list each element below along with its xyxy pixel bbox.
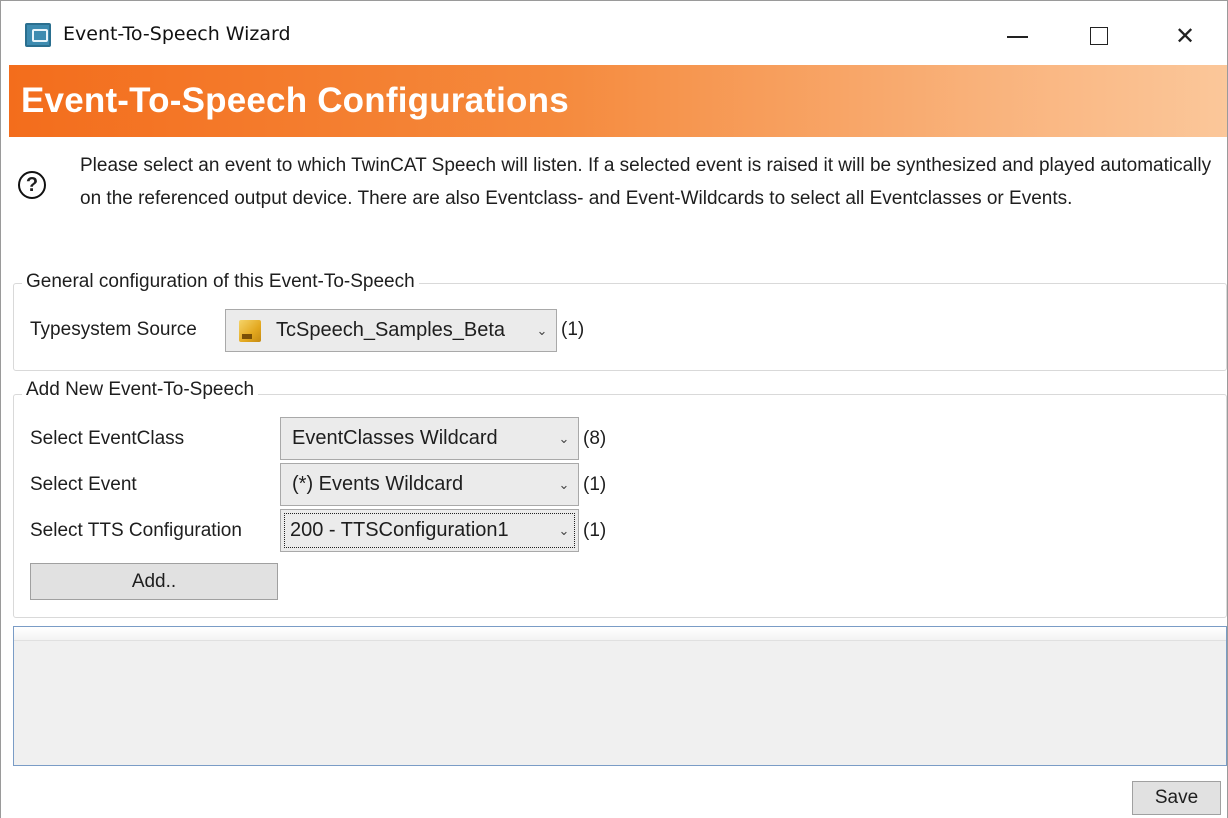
eventclass-count: (8): [583, 428, 607, 449]
title-bar[interactable]: Event-To-Speech Wizard ✕: [1, 1, 1227, 65]
general-config-legend: General configuration of this Event-To-S…: [22, 271, 419, 293]
chevron-down-icon: ⌄: [558, 522, 570, 538]
question-circle-icon: ?: [18, 171, 46, 199]
list-header: [14, 627, 1226, 641]
tts-configuration-count: (1): [583, 520, 607, 541]
question-glyph: ?: [25, 173, 39, 196]
event-dropdown[interactable]: (*) Events Wildcard ⌄: [280, 463, 579, 506]
eventclass-dropdown[interactable]: EventClasses Wildcard ⌄: [280, 417, 579, 460]
event-count: (1): [583, 474, 607, 495]
save-button[interactable]: Save: [1132, 781, 1221, 815]
event-value: (*) Events Wildcard: [292, 473, 464, 495]
chevron-down-icon: ⌄: [536, 322, 548, 338]
help-description: Please select an event to which TwinCAT …: [80, 155, 1212, 209]
typesystem-source-label: Typesystem Source: [30, 319, 197, 340]
select-event-label: Select Event: [30, 474, 137, 495]
window-title: Event-To-Speech Wizard: [63, 23, 291, 45]
wizard-window: Event-To-Speech Wizard ✕ Event-To-Speech…: [0, 0, 1228, 818]
typesystem-source-dropdown[interactable]: TcSpeech_Samples_Beta ⌄: [225, 309, 557, 352]
add-new-legend: Add New Event-To-Speech: [22, 379, 259, 401]
event-to-speech-list[interactable]: [13, 626, 1227, 766]
maximize-button[interactable]: [1059, 11, 1139, 61]
project-folder-icon: [239, 319, 261, 342]
chevron-down-icon: ⌄: [558, 476, 570, 492]
close-button[interactable]: ✕: [1145, 11, 1225, 61]
maximize-icon: [1090, 27, 1108, 45]
eventclass-value: EventClasses Wildcard: [292, 427, 498, 449]
banner-title: Event-To-Speech Configurations: [21, 81, 569, 120]
typesystem-source-count: (1): [561, 319, 585, 340]
tts-configuration-value: 200 - TTSConfiguration1: [290, 519, 509, 541]
minimize-icon: [1006, 36, 1028, 38]
select-tts-configuration-label: Select TTS Configuration: [30, 520, 242, 541]
app-speech-icon: [25, 23, 51, 47]
typesystem-source-value: TcSpeech_Samples_Beta: [276, 319, 506, 341]
header-banner: Event-To-Speech Configurations: [9, 65, 1227, 137]
tts-configuration-dropdown[interactable]: 200 - TTSConfiguration1 ⌄: [280, 509, 579, 552]
add-button[interactable]: Add..: [30, 563, 278, 600]
close-icon: ✕: [1174, 22, 1196, 50]
select-eventclass-label: Select EventClass: [30, 428, 185, 449]
chevron-down-icon: ⌄: [558, 430, 570, 446]
minimize-button[interactable]: [977, 11, 1057, 61]
